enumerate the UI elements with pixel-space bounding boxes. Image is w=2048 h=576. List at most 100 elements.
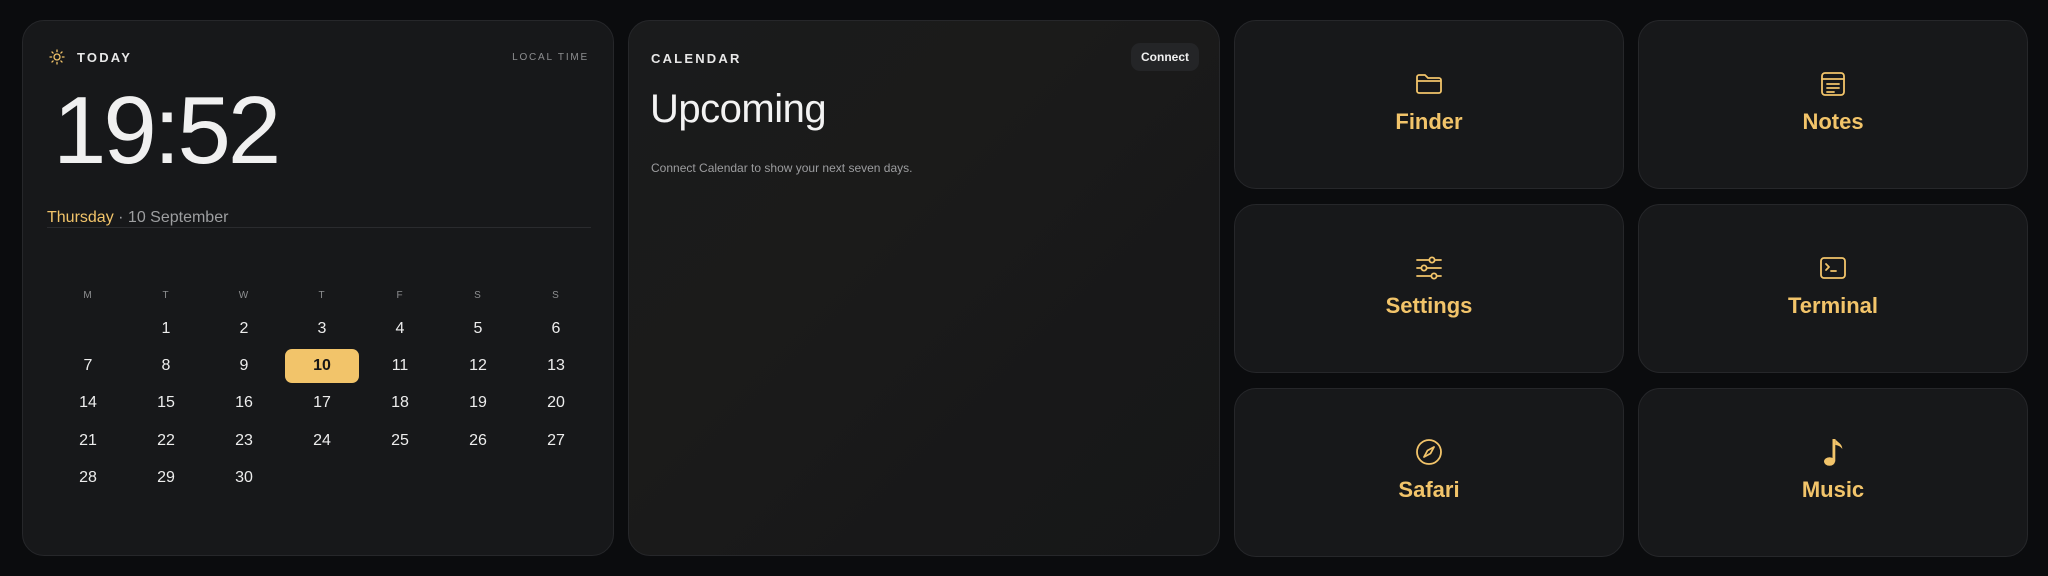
weekday-header: T (318, 290, 326, 301)
calendar-day[interactable]: 27 (517, 422, 595, 459)
calendar-day-number: 11 (391, 356, 409, 374)
calendar-day-number: 8 (161, 356, 171, 374)
weekday-header: M (83, 290, 93, 301)
calendar-day[interactable]: 1 (127, 310, 205, 347)
calendar-day-number: 20 (547, 394, 565, 412)
calendar-day[interactable]: 4 (361, 310, 439, 347)
calendar-day-number: 12 (469, 356, 487, 374)
calendar-day-number: 7 (83, 356, 93, 374)
calendar-day[interactable]: 29 (127, 459, 205, 496)
calendar-day-number: 15 (157, 394, 175, 412)
calendar-day[interactable]: 30 (205, 459, 283, 496)
month-calendar-grid: 1 2 3 4 5 6 7 8 9 10 11 12 13 14 15 16 17 18 19 20 21 22 23 24 2… (49, 310, 595, 496)
calendar-day[interactable]: 5 (439, 310, 517, 347)
divider (47, 227, 591, 228)
calendar-day-number: 10 (285, 348, 359, 383)
calendar-day-number: 24 (313, 431, 331, 449)
calendar-day-number: 5 (473, 319, 483, 337)
calendar-day-number: 9 (239, 356, 249, 374)
weekday-header: W (238, 290, 250, 301)
calendar-day[interactable]: 26 (439, 422, 517, 459)
calendar-day[interactable]: 12 (439, 347, 517, 384)
sliders-icon (1415, 253, 1443, 283)
calendar-day-number: 18 (391, 394, 409, 412)
calendar-day[interactable]: 16 (205, 385, 283, 422)
calendar-day-number: 27 (547, 431, 565, 449)
calendar-day[interactable]: 9 (205, 347, 283, 384)
calendar-day-number: 22 (157, 431, 175, 449)
calendar-day-number: 25 (391, 431, 409, 449)
calendar-day-number: 29 (157, 468, 175, 486)
calendar-day[interactable]: 17 (283, 385, 361, 422)
calendar-day[interactable]: 3 (283, 310, 361, 347)
calendar-day[interactable]: 15 (127, 385, 205, 422)
app-tile-notes[interactable]: Notes (1638, 20, 2028, 189)
calendar-day-number: 14 (79, 394, 97, 412)
local-time-label: LOCAL TIME (512, 51, 589, 63)
terminal-icon (1819, 253, 1847, 283)
connect-calendar-message: Connect Calendar to show your next seven… (651, 161, 913, 175)
app-name-terminal: Terminal (1787, 292, 1879, 318)
calendar-day-number: 1 (161, 319, 171, 337)
calendar-day-number: 19 (469, 394, 487, 412)
weekday-header: T (162, 290, 170, 301)
calendar-day[interactable]: 20 (517, 385, 595, 422)
date-line: Thursday · 10 September (47, 209, 228, 227)
connect-button[interactable]: Connect (1131, 43, 1199, 71)
app-tile-finder[interactable]: Finder (1234, 20, 1624, 189)
calendar-day-number: 6 (551, 319, 561, 337)
calendar-day[interactable]: 18 (361, 385, 439, 422)
calendar-day-number: 16 (235, 394, 253, 412)
calendar-day-number: 4 (395, 319, 405, 337)
weekday-text: Thursday (47, 209, 114, 226)
app-tile-music[interactable]: Music (1638, 388, 2028, 557)
calendar-day[interactable]: 28 (49, 459, 127, 496)
weekday-header: S (552, 290, 560, 301)
clock-time: 19:52 (53, 77, 281, 184)
today-label: TODAY (77, 49, 133, 65)
date-separator: · (113, 209, 128, 226)
calendar-day-number: 17 (313, 394, 331, 412)
today-header: TODAY LOCAL TIME (49, 47, 589, 67)
calendar-day-empty (49, 310, 127, 347)
app-tile-safari[interactable]: Safari (1234, 388, 1624, 557)
app-name-settings: Settings (1385, 292, 1473, 318)
calendar-day[interactable]: 13 (517, 347, 595, 384)
today-widget: TODAY LOCAL TIME 19:52 Thursday · 10 Sep… (22, 20, 614, 556)
weekday-header: F (396, 290, 404, 301)
calendar-day-number: 13 (547, 356, 565, 374)
calendar-day[interactable]: 22 (127, 422, 205, 459)
app-name-notes: Notes (1802, 108, 1864, 134)
calendar-day[interactable]: 14 (49, 385, 127, 422)
calendar-day-number: 28 (79, 468, 97, 486)
calendar-day[interactable]: 7 (49, 347, 127, 384)
app-name-safari: Safari (1398, 476, 1460, 502)
calendar-day[interactable]: 2 (205, 310, 283, 347)
calendar-day[interactable]: 6 (517, 310, 595, 347)
app-tile-terminal[interactable]: Terminal (1638, 204, 2028, 373)
app-tile-settings[interactable]: Settings (1234, 204, 1624, 373)
calendar-day[interactable]: 19 (439, 385, 517, 422)
calendar-day[interactable]: 25 (361, 422, 439, 459)
notes-icon (1820, 69, 1846, 99)
month-weekday-header: MTWTFSS (49, 290, 595, 301)
calendar-day[interactable]: 8 (127, 347, 205, 384)
calendar-day-number: 3 (317, 319, 327, 337)
calendar-day[interactable]: 21 (49, 422, 127, 459)
calendar-day[interactable]: 24 (283, 422, 361, 459)
calendar-day-number: 21 (79, 431, 97, 449)
calendar-day[interactable]: 23 (205, 422, 283, 459)
calendar-widget: CALENDAR Connect Upcoming Connect Calend… (628, 20, 1220, 556)
upcoming-heading: Upcoming (650, 87, 827, 131)
weekday-header: S (474, 290, 482, 301)
app-name-finder: Finder (1395, 108, 1463, 134)
sun-icon (49, 49, 65, 65)
calendar-label: CALENDAR (651, 51, 742, 66)
calendar-day-number: 26 (469, 431, 487, 449)
calendar-day-number: 2 (239, 319, 249, 337)
calendar-day-number: 30 (235, 468, 253, 486)
date-text: 10 September (127, 209, 229, 226)
calendar-day[interactable]: 11 (361, 347, 439, 384)
app-name-music: Music (1801, 476, 1865, 502)
calendar-day-selected[interactable]: 10 (283, 347, 361, 384)
